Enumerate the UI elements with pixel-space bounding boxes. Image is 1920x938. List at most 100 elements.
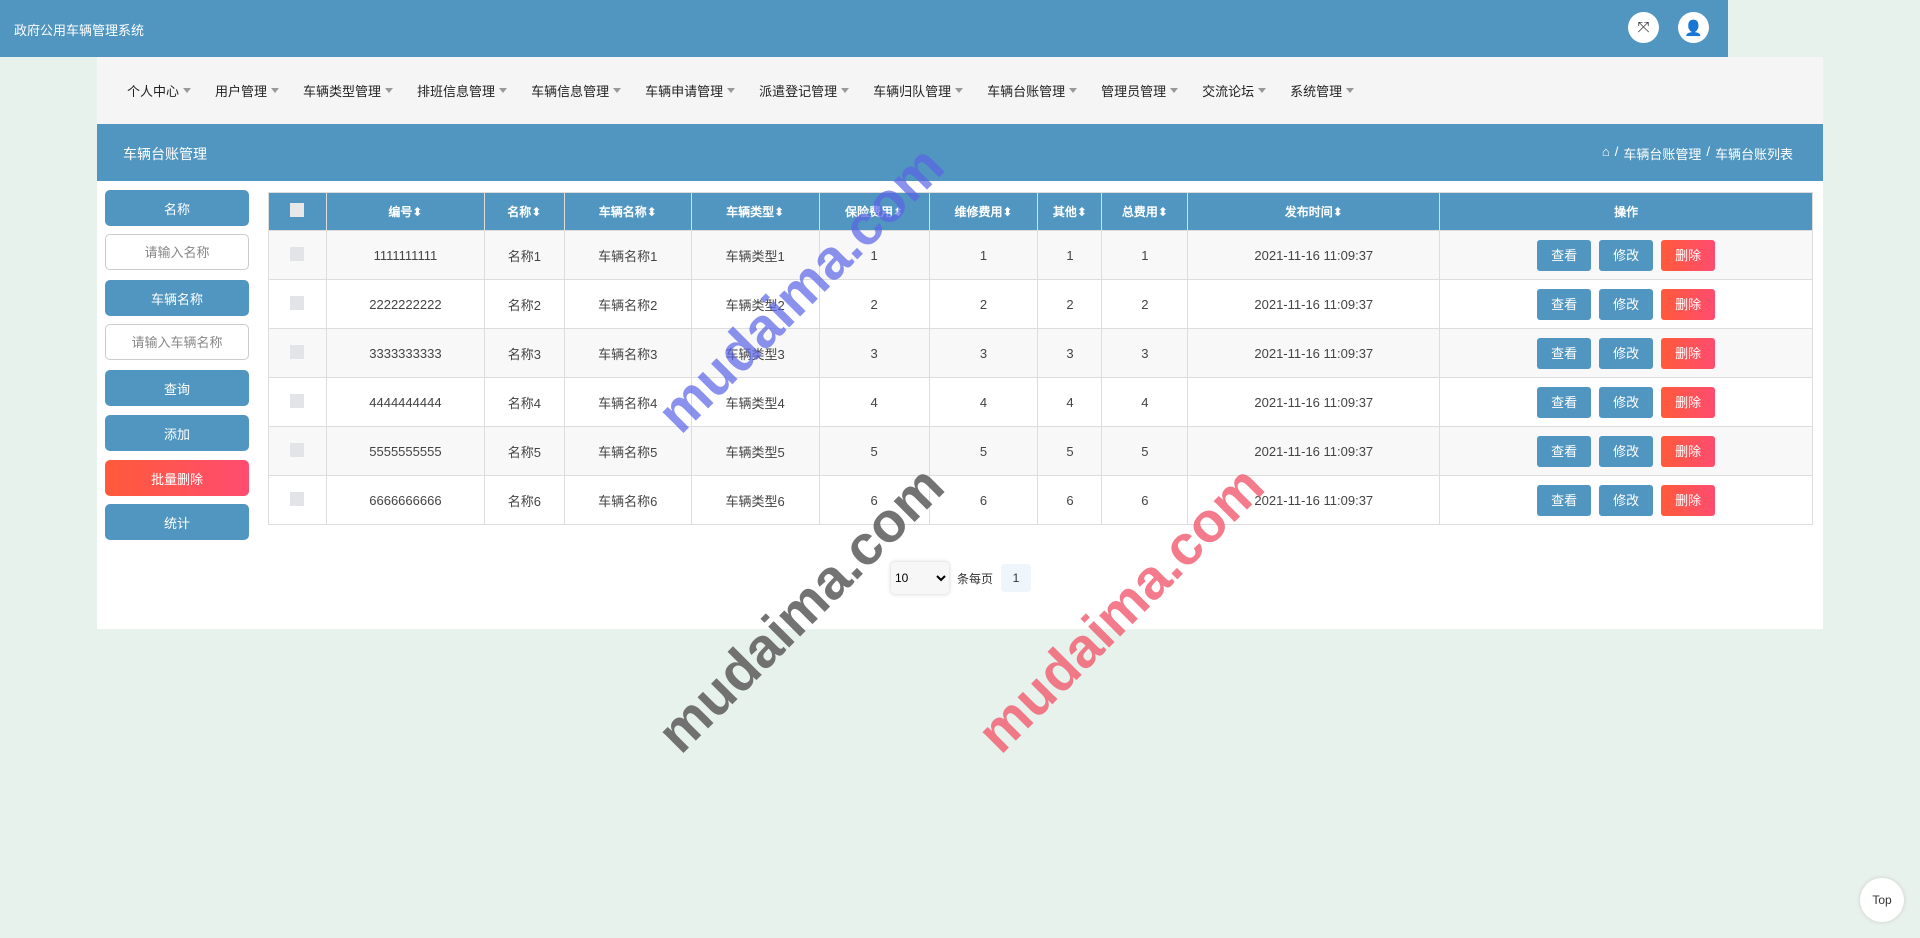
batch-delete-button[interactable]: 批量删除: [105, 460, 249, 496]
nav-item[interactable]: 车辆申请管理: [645, 81, 736, 100]
nav-item[interactable]: 系统管理: [1290, 81, 1355, 100]
column-header[interactable]: 其他⬍: [1037, 192, 1103, 231]
view-button[interactable]: 查看: [1537, 288, 1592, 320]
nav-item[interactable]: 车辆归队管理: [873, 81, 964, 100]
name-input[interactable]: [105, 234, 249, 270]
table-cell: 4444444444: [325, 377, 485, 427]
row-checkbox[interactable]: [268, 328, 327, 378]
row-checkbox[interactable]: [268, 475, 327, 525]
column-header-label: 名称: [507, 205, 532, 219]
column-header[interactable]: 总费用⬍: [1101, 192, 1189, 231]
column-header[interactable]: 编号⬍: [325, 192, 485, 231]
nav-item-label: 车辆类型管理: [303, 84, 382, 99]
row-checkbox[interactable]: [268, 230, 327, 280]
table-cell: 车辆名称2: [563, 279, 692, 329]
nav-item[interactable]: 管理员管理: [1101, 81, 1179, 100]
table-cell: 2021-11-16 11:09:37: [1187, 475, 1441, 525]
nav-item[interactable]: 车辆类型管理: [303, 81, 394, 100]
caret-down-icon: [955, 88, 964, 93]
column-header-label: 维修费用: [954, 205, 1003, 219]
edit-button[interactable]: 修改: [1599, 288, 1654, 320]
user-icon[interactable]: 👤: [1678, 12, 1709, 43]
nav-item[interactable]: 车辆台账管理: [987, 81, 1078, 100]
view-button[interactable]: 查看: [1537, 239, 1592, 271]
view-button[interactable]: 查看: [1537, 337, 1592, 369]
table-cell: 车辆类型5: [690, 426, 820, 476]
add-button[interactable]: 添加: [105, 415, 249, 451]
column-header[interactable]: 发布时间⬍: [1187, 192, 1441, 231]
column-header-label: 操作: [1614, 205, 1639, 219]
column-header[interactable]: 保险费用⬍: [818, 192, 930, 231]
table-cell: 1: [818, 230, 930, 280]
table-cell: 2: [1101, 279, 1189, 329]
view-button[interactable]: 查看: [1537, 435, 1592, 467]
stats-button[interactable]: 统计: [105, 504, 249, 540]
page-button[interactable]: 1: [1001, 564, 1032, 592]
table-cell: 名称5: [483, 426, 565, 476]
row-checkbox[interactable]: [268, 377, 327, 427]
delete-button[interactable]: 删除: [1661, 386, 1716, 418]
nav-item-label: 车辆信息管理: [531, 84, 610, 99]
column-header[interactable]: 车辆名称⬍: [563, 192, 692, 231]
sort-icon[interactable]: ⬍: [774, 205, 784, 219]
edit-button[interactable]: 修改: [1599, 484, 1654, 516]
table-cell: 2222222222: [325, 279, 485, 329]
fullscreen-icon[interactable]: ⤧: [1628, 12, 1659, 43]
table-cell: 名称2: [483, 279, 565, 329]
column-header[interactable]: 车辆类型⬍: [690, 192, 820, 231]
column-header-label: 其他: [1052, 205, 1077, 219]
top-header: 政府公用车辆管理系统 ⤧ 👤: [0, 0, 1728, 57]
sort-icon[interactable]: ⬍: [531, 205, 541, 219]
vehicle-name-input[interactable]: [105, 324, 249, 360]
table-row: 6666666666 名称6 车辆名称6 车辆类型6 6 6 6 6 2021-11-16 11…: [268, 475, 1813, 525]
sort-icon[interactable]: ⬍: [647, 205, 657, 219]
table-cell: 6: [1037, 475, 1103, 525]
breadcrumb-item[interactable]: 车辆台账管理: [1623, 144, 1701, 163]
sort-icon[interactable]: ⬍: [1333, 205, 1343, 219]
table-cell: 4: [818, 377, 930, 427]
edit-button[interactable]: 修改: [1599, 435, 1654, 467]
delete-button[interactable]: 删除: [1661, 435, 1716, 467]
home-icon[interactable]: ⌂: [1602, 144, 1610, 163]
edit-button[interactable]: 修改: [1599, 239, 1654, 271]
delete-button[interactable]: 删除: [1661, 337, 1716, 369]
query-button[interactable]: 查询: [105, 370, 249, 406]
table-cell: 3333333333: [325, 328, 485, 378]
sort-icon[interactable]: ⬍: [1077, 205, 1087, 219]
app-title: 政府公用车辆管理系统: [14, 23, 145, 38]
delete-button[interactable]: 删除: [1661, 239, 1716, 271]
sort-icon[interactable]: ⬍: [1002, 205, 1012, 219]
row-checkbox[interactable]: [268, 279, 327, 329]
edit-button[interactable]: 修改: [1599, 337, 1654, 369]
table-cell: 名称3: [483, 328, 565, 378]
nav-item[interactable]: 用户管理: [215, 81, 280, 100]
breadcrumb: ⌂ / 车辆台账管理 / 车辆台账列表: [1601, 144, 1793, 163]
row-checkbox[interactable]: [268, 426, 327, 476]
caret-down-icon: [613, 88, 622, 93]
delete-button[interactable]: 删除: [1661, 484, 1716, 516]
sort-icon[interactable]: ⬍: [412, 205, 422, 219]
nav-item[interactable]: 个人中心: [127, 81, 192, 100]
table-cell: 2021-11-16 11:09:37: [1187, 230, 1441, 280]
view-button[interactable]: 查看: [1537, 386, 1592, 418]
nav-item[interactable]: 派遣登记管理: [759, 81, 850, 100]
select-all-checkbox[interactable]: [268, 192, 327, 231]
table-cell: 1: [928, 230, 1039, 280]
edit-button[interactable]: 修改: [1599, 386, 1654, 418]
sort-icon[interactable]: ⬍: [893, 205, 903, 219]
table-cell: 1: [1101, 230, 1189, 280]
sort-icon[interactable]: ⬍: [1158, 205, 1168, 219]
view-button[interactable]: 查看: [1537, 484, 1592, 516]
delete-button[interactable]: 删除: [1661, 288, 1716, 320]
nav-item[interactable]: 排班信息管理: [417, 81, 508, 100]
page-size-select[interactable]: 10: [891, 562, 949, 594]
column-header[interactable]: 名称⬍: [483, 192, 565, 231]
nav-item[interactable]: 交流论坛: [1202, 81, 1267, 100]
table-row: 5555555555 名称5 车辆名称5 车辆类型5 5 5 5 5 2021-11-16 11…: [268, 426, 1813, 476]
table-cell: 5: [818, 426, 930, 476]
back-to-top-button[interactable]: Top: [1860, 878, 1904, 922]
nav-item[interactable]: 车辆信息管理: [531, 81, 622, 100]
caret-down-icon: [499, 88, 508, 93]
table-row: 1111111111 名称1 车辆名称1 车辆类型1 1 1 1 1 2021-11-16 11…: [268, 230, 1813, 280]
column-header[interactable]: 维修费用⬍: [928, 192, 1039, 231]
